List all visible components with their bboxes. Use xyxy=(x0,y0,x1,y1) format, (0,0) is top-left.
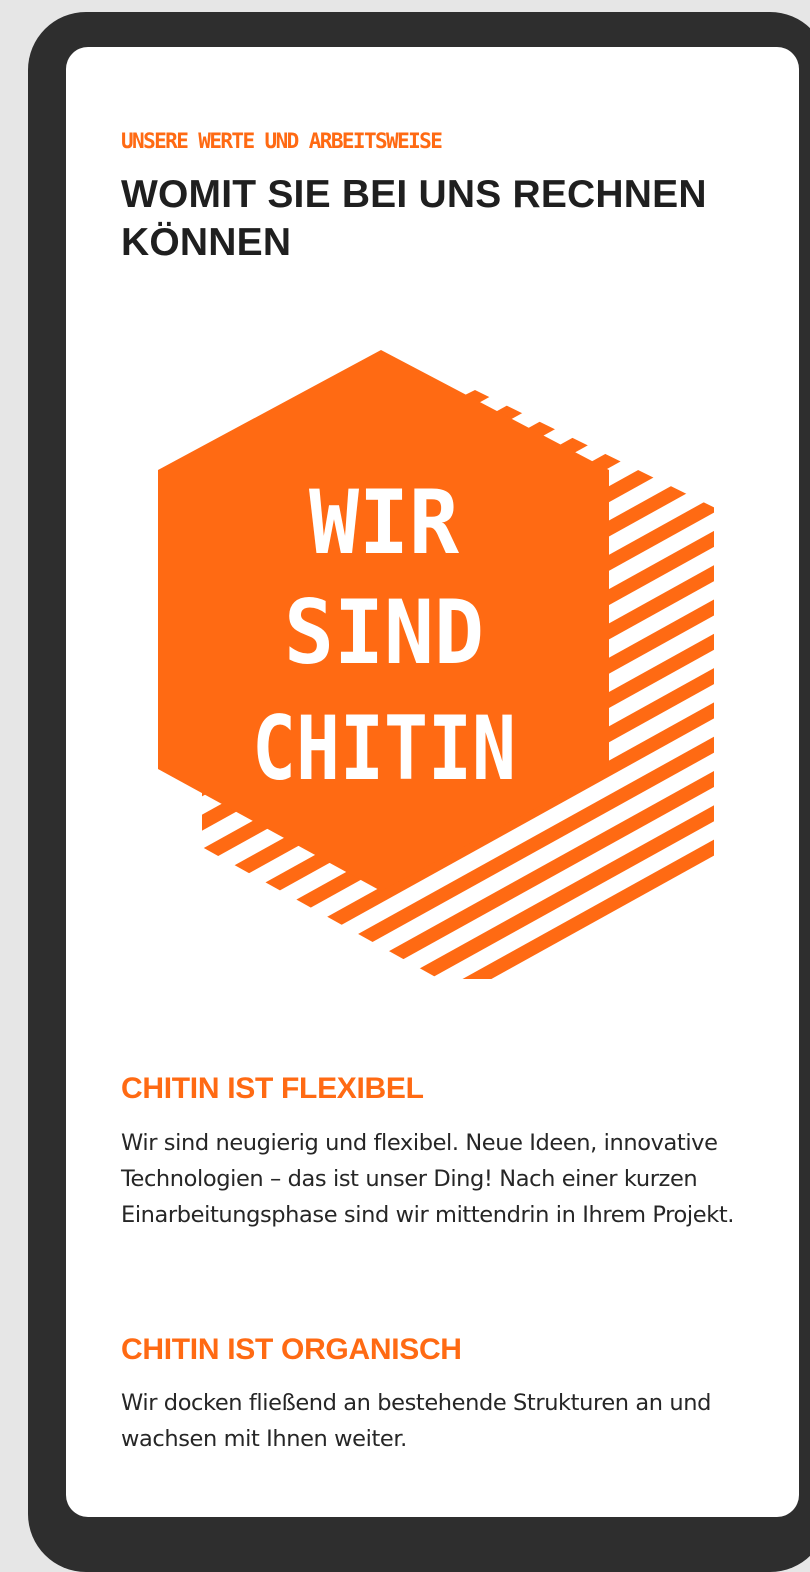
logo-text-line-3: CHITIN xyxy=(252,697,516,800)
section-body-organisch: Wir docken fließend an bestehende Strukt… xyxy=(121,1390,711,1452)
page-title: WOMIT SIE BEI UNS RECHNEN KÖNNEN xyxy=(121,173,707,264)
section-heading-organisch: CHITIN IST ORGANISCH xyxy=(121,1333,462,1366)
logo-text-line-2: SIND xyxy=(284,581,484,684)
page-screen: Unsere Werte und Arbeitsweise WOMIT SIE … xyxy=(66,47,799,1517)
logo-text-line-1: WIR xyxy=(309,471,459,574)
section-heading-flexibel: CHITIN IST FLEXIBEL xyxy=(121,1072,424,1105)
section-body-flexibel: Wir sind neugierig und flexibel. Neue Id… xyxy=(121,1130,734,1228)
section-eyebrow: Unsere Werte und Arbeitsweise xyxy=(121,129,443,153)
chitin-hexagon-logo: WIR SIND CHITIN xyxy=(158,350,714,979)
